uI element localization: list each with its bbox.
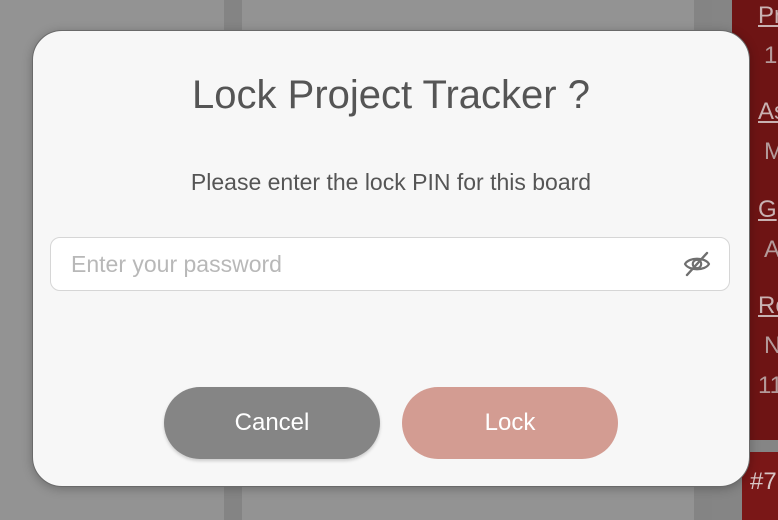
card-text: A — [764, 236, 778, 263]
cancel-button[interactable]: Cancel — [164, 387, 380, 459]
lock-dialog: Lock Project Tracker ? Please enter the … — [32, 30, 750, 487]
card-text: 1 — [764, 42, 778, 69]
lock-button[interactable]: Lock — [402, 387, 618, 459]
card-text: #7 — [750, 468, 777, 495]
card-text: G — [758, 196, 777, 223]
password-input[interactable] — [51, 238, 671, 290]
dialog-title: Lock Project Tracker ? — [192, 73, 590, 117]
card-text: N — [764, 332, 778, 359]
eye-off-icon[interactable] — [683, 251, 711, 277]
card-text: As — [758, 98, 778, 125]
password-field — [50, 237, 730, 291]
card-text: Re — [758, 292, 778, 319]
card-text: Pr — [758, 2, 778, 29]
card-text: 11 — [758, 372, 778, 399]
card-text: M — [764, 138, 778, 165]
dialog-message: Please enter the lock PIN for this board — [190, 169, 592, 195]
